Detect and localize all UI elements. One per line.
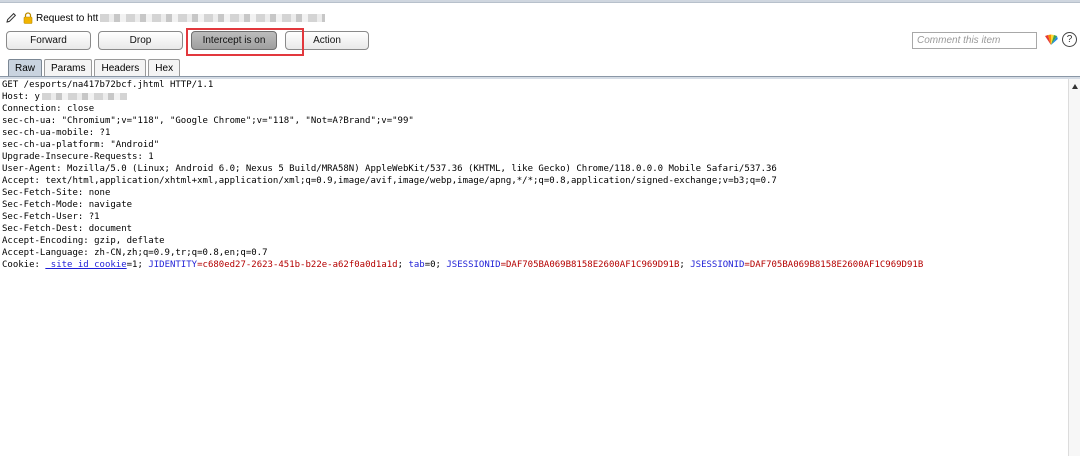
cookie-value: =1;	[126, 260, 149, 270]
raw-request-editor[interactable]: GET /esports/na417b72bcf.jhtml HTTP/1.1 …	[0, 79, 1068, 456]
header-line: User-Agent: Mozilla/5.0 (Linux; Android …	[2, 164, 777, 174]
cookie-value: =DAF705BA069B8158E2600AF1C969D91B	[744, 260, 924, 270]
drop-button[interactable]: Drop	[98, 31, 183, 50]
tab-headers[interactable]: Headers	[94, 59, 147, 76]
cookie-value: =DAF705BA069B8158E2600AF1C969D91B	[500, 260, 680, 270]
redacted-host-value	[41, 93, 127, 100]
header-line: Connection: close	[2, 104, 95, 114]
scroll-up-arrow-icon[interactable]	[1072, 84, 1078, 89]
request-line: GET /esports/na417b72bcf.jhtml HTTP/1.1	[2, 80, 214, 90]
message-view-tabs: Raw Params Headers Hex	[8, 59, 182, 77]
redacted-host	[100, 14, 326, 22]
header-line: Sec-Fetch-Site: none	[2, 188, 111, 198]
pencil-icon[interactable]	[5, 12, 17, 24]
cookie-separator: ;	[679, 260, 691, 270]
highlight-color-picker-icon[interactable]	[1044, 33, 1058, 47]
tab-raw[interactable]: Raw	[8, 59, 43, 76]
window-top-border	[0, 0, 1080, 3]
header-line: Sec-Fetch-User: ?1	[2, 212, 100, 222]
cookie-name: JSESSIONID	[446, 260, 501, 270]
header-line: Sec-Fetch-Mode: navigate	[2, 200, 133, 210]
header-line: Accept: text/html,application/xhtml+xml,…	[2, 176, 777, 186]
cookie-value: =0;	[424, 260, 447, 270]
header-line: sec-ch-ua-mobile: ?1	[2, 128, 111, 138]
header-line: Accept-Encoding: gzip, deflate	[2, 236, 165, 246]
lock-icon	[23, 12, 33, 24]
help-icon[interactable]: ?	[1062, 32, 1077, 47]
header-line: sec-ch-ua: "Chromium";v="118", "Google C…	[2, 116, 414, 126]
cookie-prefix: Cookie:	[2, 260, 46, 270]
tab-hex[interactable]: Hex	[148, 59, 181, 76]
comment-input[interactable]	[912, 32, 1037, 49]
request-target-label: Request to htt	[36, 12, 99, 24]
cookie-separator: ;	[397, 260, 409, 270]
forward-button[interactable]: Forward	[6, 31, 91, 50]
host-header-text: Host: y	[2, 92, 40, 102]
cookie-value: =c680ed27-2623-451b-b22e-a62f0a0d1a1d	[197, 260, 398, 270]
highlight-annotation-box	[186, 28, 304, 56]
header-line: Upgrade-Insecure-Requests: 1	[2, 152, 154, 162]
header-line: Accept-Language: zh-CN,zh;q=0.9,tr;q=0.8…	[2, 248, 268, 258]
cookie-name: JIDENTITY	[148, 260, 198, 270]
cookie-name: _site_id_cookie	[45, 260, 127, 270]
header-line: Sec-Fetch-Dest: document	[2, 224, 133, 234]
tab-params[interactable]: Params	[44, 59, 93, 76]
cookie-name: tab	[408, 260, 425, 270]
cookie-header-line: Cookie: _site_id_cookie=1; JIDENTITY=c68…	[0, 259, 1068, 271]
cookie-name: JSESSIONID	[690, 260, 745, 270]
request-info-line: Request to htt	[5, 11, 326, 25]
header-line: sec-ch-ua-platform: "Android"	[2, 140, 160, 150]
editor-scrollbar[interactable]	[1068, 79, 1080, 456]
host-header-line: Host: y	[0, 91, 1068, 103]
